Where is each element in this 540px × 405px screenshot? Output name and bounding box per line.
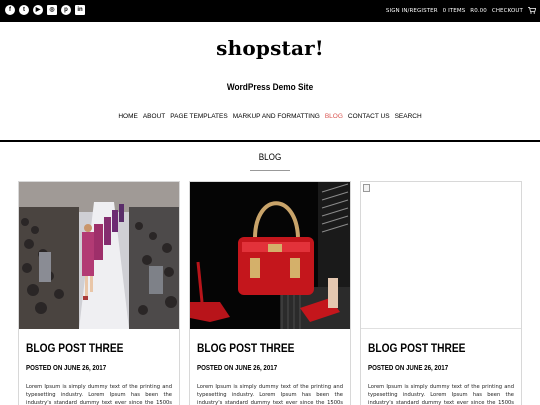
main-navigation: HOME ABOUT PAGE TEMPLATES MARKUP AND FOR…	[0, 113, 540, 120]
twitter-icon[interactable]: t	[19, 5, 29, 15]
cart-icon[interactable]	[528, 7, 536, 14]
nav-item-blog[interactable]: BLOG	[325, 113, 343, 120]
nav-item-search[interactable]: SEARCH	[395, 113, 422, 120]
site-title[interactable]: shopstar!	[0, 36, 540, 60]
nav-item-home[interactable]: HOME	[118, 113, 138, 120]
post-meta-prefix: POSTED ON	[26, 365, 63, 372]
post-meta: POSTED ON JUNE 26, 2017	[197, 365, 277, 372]
post-thumbnail-handbag[interactable]	[190, 182, 350, 329]
page-title-underline	[250, 170, 290, 171]
social-links: f t ▶ ◎ p in	[5, 5, 85, 15]
nav-divider	[0, 140, 540, 142]
account-links: SIGN IN/REGISTER 0 ITEMS R0.00 CHECKOUT	[386, 7, 536, 14]
post-meta: POSTED ON JUNE 26, 2017	[26, 365, 106, 372]
page-title: BLOG	[258, 152, 282, 162]
nav-item-contact-us[interactable]: CONTACT US	[348, 113, 390, 120]
instagram-icon[interactable]: ◎	[47, 5, 57, 15]
post-title[interactable]: BLOG POST THREE	[368, 341, 465, 355]
post-meta: POSTED ON JUNE 26, 2017	[368, 365, 448, 372]
cart-total[interactable]: R0.00	[470, 8, 487, 14]
post-excerpt: Lorem Ipsum is simply dummy text of the …	[197, 384, 343, 405]
blog-post-card[interactable]: BLOG POST THREE POSTED ON JUNE 26, 2017 …	[189, 181, 351, 405]
youtube-icon[interactable]: ▶	[33, 5, 43, 15]
post-date[interactable]: JUNE 26, 2017	[406, 365, 448, 372]
top-bar: f t ▶ ◎ p in SIGN IN/REGISTER 0 ITEMS R0…	[0, 0, 540, 22]
nav-item-page-templates[interactable]: PAGE TEMPLATES	[170, 113, 227, 120]
facebook-icon[interactable]: f	[5, 5, 15, 15]
post-meta-prefix: POSTED ON	[368, 365, 405, 372]
post-title[interactable]: BLOG POST THREE	[26, 341, 123, 355]
post-title[interactable]: BLOG POST THREE	[197, 341, 294, 355]
sign-in-link[interactable]: SIGN IN/REGISTER	[386, 8, 438, 14]
nav-item-about[interactable]: ABOUT	[143, 113, 165, 120]
post-thumbnail-runway[interactable]	[19, 182, 179, 329]
checkout-link[interactable]: CHECKOUT	[492, 8, 523, 14]
blog-post-card[interactable]: BLOG POST THREE POSTED ON JUNE 26, 2017 …	[18, 181, 180, 405]
broken-image-icon	[363, 184, 370, 192]
post-thumbnail-missing[interactable]	[361, 182, 521, 329]
blog-post-card[interactable]: BLOG POST THREE POSTED ON JUNE 26, 2017 …	[360, 181, 522, 405]
post-meta-prefix: POSTED ON	[197, 365, 234, 372]
post-date[interactable]: JUNE 26, 2017	[235, 365, 277, 372]
pinterest-icon[interactable]: p	[61, 5, 71, 15]
post-excerpt: Lorem Ipsum is simply dummy text of the …	[368, 384, 514, 405]
post-date[interactable]: JUNE 26, 2017	[64, 365, 106, 372]
site-tagline: WordPress Demo Site	[226, 82, 314, 92]
nav-item-markup-and-formatting[interactable]: MARKUP AND FORMATTING	[233, 113, 320, 120]
linkedin-icon[interactable]: in	[75, 5, 85, 15]
post-excerpt: Lorem Ipsum is simply dummy text of the …	[26, 384, 172, 405]
cart-items-link[interactable]: 0 ITEMS	[443, 8, 466, 14]
